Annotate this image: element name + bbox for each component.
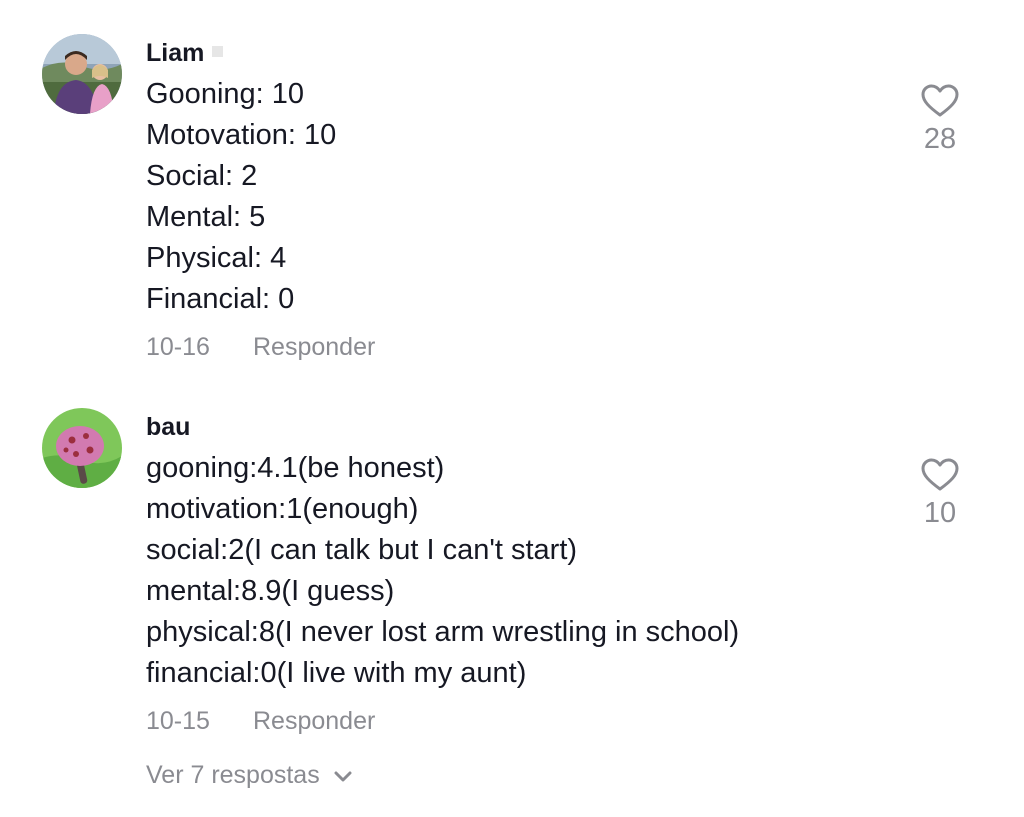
user-photo-avatar-icon [42, 34, 122, 114]
like-count: 28 [923, 123, 957, 155]
avatar[interactable] [42, 34, 122, 114]
comment-text: Gooning: 10 Motovation: 10 Social: 2 Men… [146, 74, 866, 320]
comment-username[interactable]: bau [146, 412, 190, 442]
user-badge-icon [212, 45, 224, 57]
comment-text-line: Motovation: 10 [146, 119, 337, 151]
comment-date: 10-16 [146, 333, 210, 361]
heart-outline-icon [921, 84, 959, 117]
chevron-down-icon [334, 771, 352, 782]
comment-date: 10-15 [146, 707, 210, 735]
heart-outline-icon [921, 458, 959, 491]
comment-meta: 10-15 Responder [146, 706, 866, 736]
comment-text-line: gooning:4.1(be honest) [146, 452, 445, 484]
like-count: 10 [923, 497, 957, 529]
view-replies-button[interactable]: Ver 7 respostas [146, 760, 352, 790]
comment-text-line: Financial: 0 [146, 283, 295, 315]
comment-username[interactable]: Liam [146, 38, 224, 68]
comment-text-line: Social: 2 [146, 160, 258, 192]
comment-text-line: Mental: 5 [146, 201, 266, 233]
comment-text-line: mental:8.9(I guess) [146, 575, 395, 607]
comment-text-line: social:2(I can talk but I can't start) [146, 534, 578, 566]
avatar[interactable] [42, 408, 122, 488]
like-button[interactable]: 28 [912, 84, 968, 156]
reply-button[interactable]: Responder [253, 706, 375, 736]
comment-text-line: physical:8(I never lost arm wrestling in… [146, 616, 740, 648]
like-button[interactable]: 10 [912, 458, 968, 530]
comment-text-line: Physical: 4 [146, 242, 287, 274]
reply-button[interactable]: Responder [253, 332, 375, 362]
comment-text: gooning:4.1(be honest) motivation:1(enou… [146, 448, 866, 694]
comment-text-line: Gooning: 10 [146, 78, 305, 110]
comment-meta: 10-16 Responder [146, 332, 866, 362]
username-text: bau [146, 413, 191, 441]
view-replies-label: Ver 7 respostas [146, 761, 320, 789]
comment-text-line: motivation:1(enough) [146, 493, 419, 525]
comment-text-line: financial:0(I live with my aunt) [146, 657, 527, 689]
username-text: Liam [146, 39, 205, 67]
mushroom-avatar-icon [42, 408, 122, 488]
